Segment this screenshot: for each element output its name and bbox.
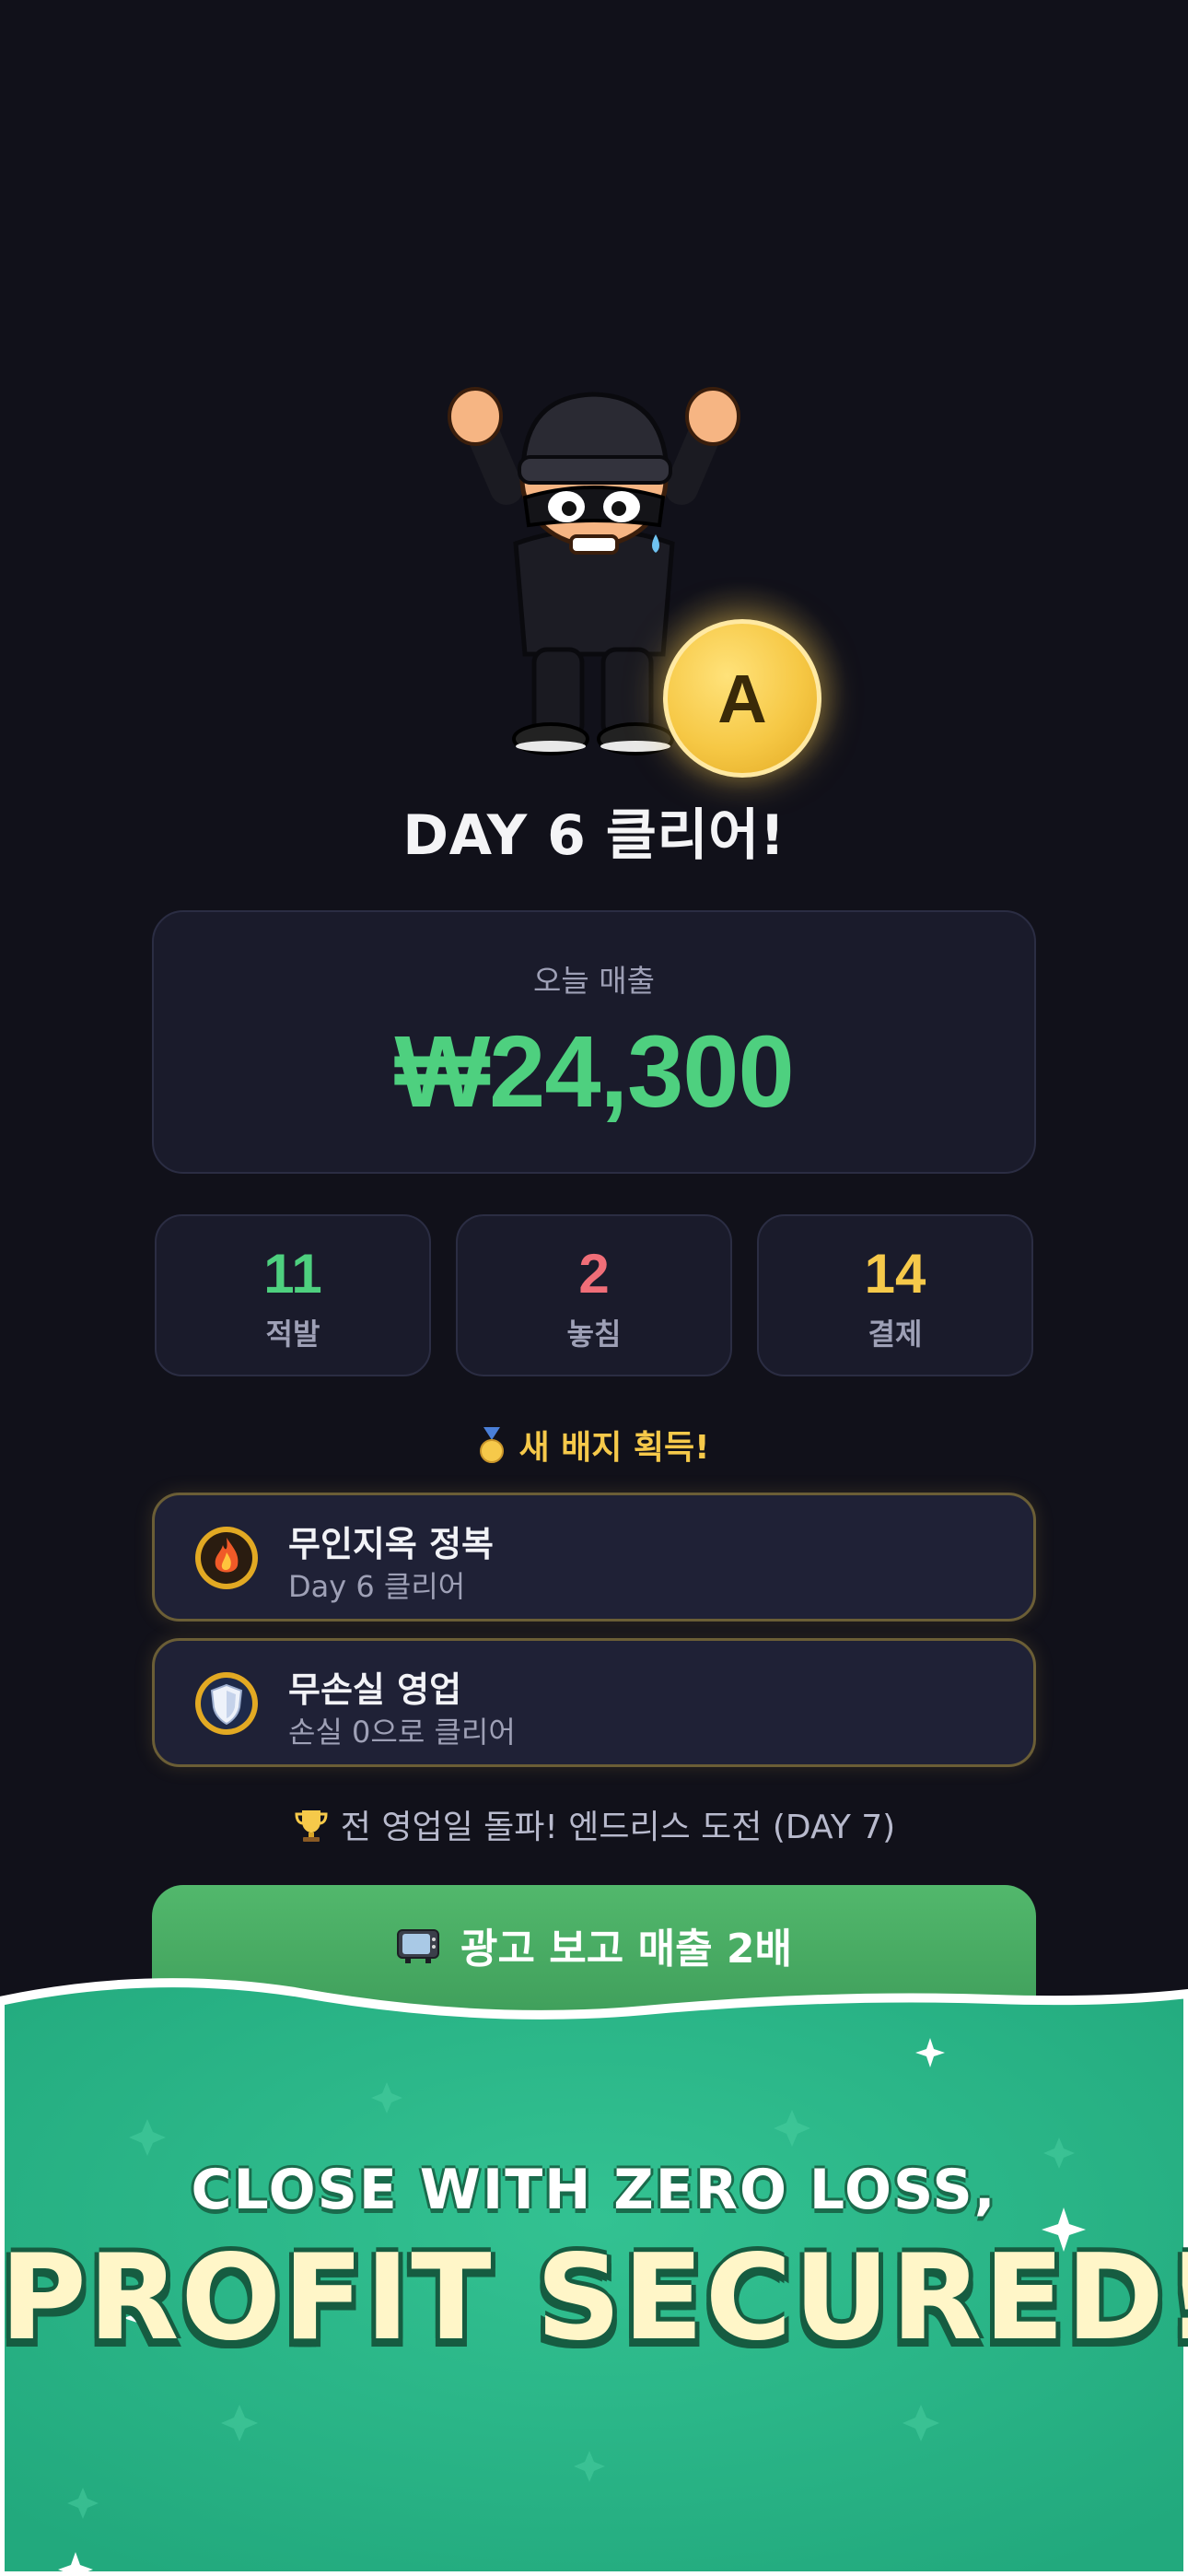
badge-title: 무손실 영업	[288, 1669, 462, 1710]
badge-subtitle: Day 6 클리어	[288, 1569, 466, 1604]
flame-badge-icon	[195, 1527, 258, 1589]
stat-paid: 14 결제	[757, 1214, 1033, 1376]
stat-missed-value: 2	[578, 1243, 610, 1305]
trophy-icon	[295, 1810, 328, 1842]
badge-subtitle: 손실 0으로 클리어	[288, 1715, 516, 1750]
promo-line-2: PROFIT SECURED!	[0, 2230, 1188, 2367]
stat-paid-label: 결제	[868, 1317, 923, 1352]
endless-notice: 전 영업일 돌파! 엔드리스 도전 (DAY 7)	[0, 1800, 1188, 1848]
revenue-card: 오늘 매출 ₩24,300	[152, 910, 1036, 1174]
grade-badge: A	[663, 619, 821, 778]
stat-caught-value: 11	[263, 1243, 322, 1305]
stat-missed: 2 놓침	[456, 1214, 732, 1376]
watch-ad-button-label: 광고 보고 매출 2배	[460, 1926, 792, 1973]
new-badge-heading-text: 새 배지 획득!	[518, 1429, 710, 1467]
new-badge-heading: 새 배지 획득!	[0, 1421, 1188, 1469]
endless-notice-text: 전 영업일 돌파! 엔드리스 도전 (DAY 7)	[340, 1809, 896, 1846]
revenue-label: 오늘 매출	[533, 963, 655, 999]
medal-icon	[480, 1427, 505, 1463]
badge-card-zero-loss: 무손실 영업 손실 0으로 클리어	[152, 1638, 1036, 1767]
revenue-value: ₩24,300	[394, 1015, 794, 1129]
stat-missed-label: 놓침	[566, 1317, 622, 1352]
result-screen: A DAY 6 클리어! 오늘 매출 ₩24,300 11 적발 2 놓침 14…	[0, 0, 1188, 2576]
day-clear-title: DAY 6 클리어!	[402, 803, 786, 868]
stat-caught: 11 적발	[155, 1214, 431, 1376]
promo-line-1: CLOSE WITH ZERO LOSS,	[191, 2158, 997, 2222]
badge-title: 무인지옥 정복	[288, 1524, 494, 1564]
stat-paid-value: 14	[864, 1243, 926, 1305]
shield-badge-icon	[195, 1672, 258, 1735]
badge-card-unmanned-hell: 무인지옥 정복 Day 6 클리어	[152, 1493, 1036, 1622]
stat-caught-label: 적발	[265, 1317, 320, 1352]
tv-icon	[397, 1929, 440, 1963]
